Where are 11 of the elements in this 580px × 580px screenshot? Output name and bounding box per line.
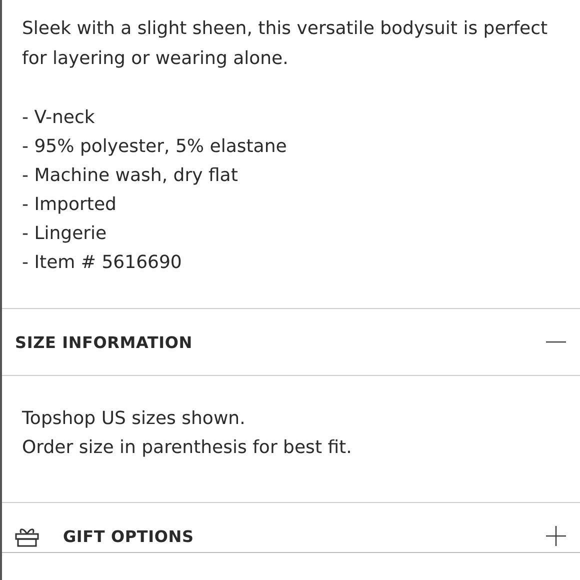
feature-item: - Lingerie [22, 222, 108, 246]
size-info-text: Order size in parenthesis for best fit. [22, 436, 353, 460]
description-text: Sleek with a slight sheen, this versatile bodysuit is perfect for layering or wearing alone. [22, 17, 549, 71]
feature-item: - Machine wash, dry flat [22, 164, 239, 188]
section-header[interactable]: SIZE INFORMATION [2, 309, 580, 376]
size-info-text: Topshop US sizes shown. [22, 407, 246, 431]
feature-item: - 95% polyester, 5% elastane [22, 135, 288, 159]
feature-item: - Imported [22, 193, 118, 217]
feature-item: - V-neck [22, 106, 96, 130]
feature-item: - Item # 5616690 [22, 251, 183, 275]
expand-icon[interactable] [546, 526, 566, 546]
